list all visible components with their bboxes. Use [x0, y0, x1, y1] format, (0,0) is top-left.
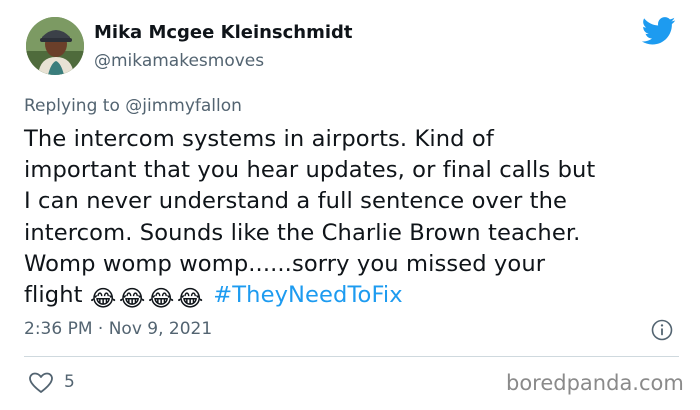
tweet-text: The intercom systems in airports. Kind o…: [24, 124, 684, 313]
author-name[interactable]: Mika Mcgee Kleinschmidt: [94, 22, 353, 43]
replying-prefix: Replying to: [24, 96, 126, 116]
watermark: boredpanda.com: [506, 371, 684, 395]
tweet-last-line: flight 😂 😂 😂 😂 #TheyNeedToFix: [24, 280, 684, 313]
reply-mention-link[interactable]: @jimmyfallon: [125, 96, 242, 116]
laughing-tears-emoji-icon: 😂: [89, 286, 117, 313]
tweet-line: The intercom systems in airports. Kind o…: [24, 126, 494, 152]
laughing-tears-emoji-icon: 😂: [118, 286, 146, 313]
tweet-line: Womp womp womp......sorry you missed you…: [24, 250, 546, 277]
tweet-timestamp[interactable]: 2:36 PM · Nov 9, 2021: [24, 319, 212, 339]
tweet-line: important that you hear updates, or fina…: [24, 157, 596, 184]
laughing-tears-emoji-icon: 😂: [147, 286, 175, 313]
author-handle[interactable]: @mikamakesmoves: [94, 51, 264, 71]
heart-icon[interactable]: [28, 372, 54, 394]
twitter-bird-icon[interactable]: [641, 17, 676, 45]
tweet-line: I can never understand a full sentence o…: [24, 188, 568, 215]
laughing-tears-emoji-icon: 😂: [176, 286, 204, 313]
tweet-line: intercom. Sounds like the Charlie Brown …: [24, 219, 581, 246]
divider: [24, 356, 679, 357]
info-icon[interactable]: [650, 318, 674, 342]
replying-to: Replying to @jimmyfallon: [24, 96, 242, 116]
hashtag-link[interactable]: #TheyNeedToFix: [213, 282, 403, 308]
avatar[interactable]: [26, 17, 84, 75]
tweet-line-text: flight: [24, 282, 90, 309]
like-count: 5: [64, 372, 75, 392]
